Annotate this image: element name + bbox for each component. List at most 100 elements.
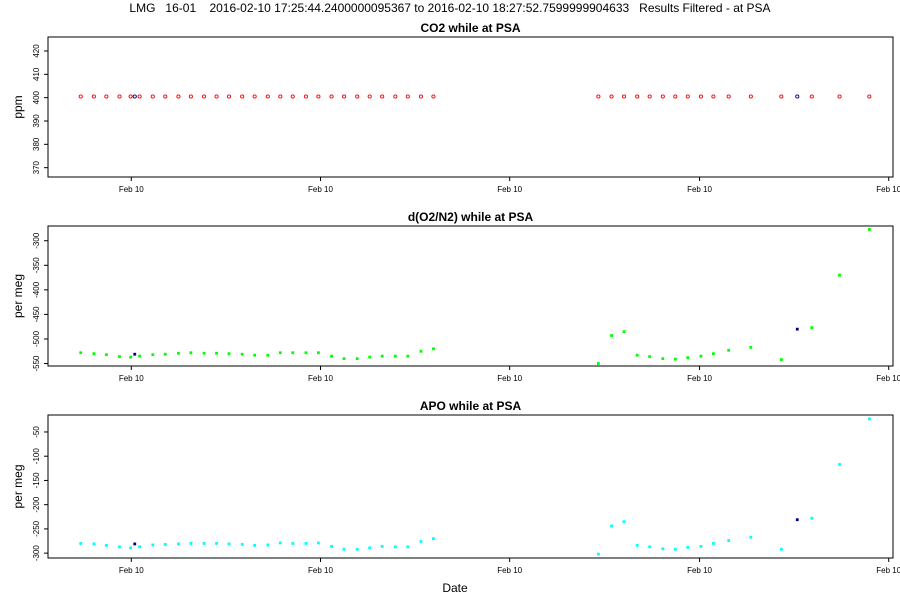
data-point: [380, 94, 385, 99]
panel-title: APO while at PSA: [420, 399, 522, 413]
data-point: [367, 94, 372, 99]
data-point: [79, 542, 83, 545]
data-point: [698, 94, 703, 99]
data-point: [129, 546, 133, 550]
plot-frame: [47, 414, 894, 559]
data-point: [317, 351, 320, 355]
plot-frame: [47, 36, 894, 178]
data-point: [189, 542, 193, 545]
data-point: [202, 542, 206, 545]
data-point: [215, 351, 218, 355]
y-tick-label: 420: [32, 44, 41, 58]
data-point: [133, 352, 137, 356]
data-point: [330, 544, 333, 548]
data-point: [278, 541, 282, 545]
data-point: [406, 545, 410, 549]
data-point: [368, 355, 372, 359]
x-tick-label: Feb 10: [687, 374, 712, 383]
data-point: [779, 94, 784, 99]
data-point: [342, 94, 347, 99]
y-tick-label: 370: [32, 160, 41, 174]
data-point: [712, 542, 715, 545]
panel-2: d(O2/N2) while at PSA per meg -550 -500 -450…: [11, 210, 900, 383]
data-point: [685, 94, 690, 99]
data-point: [609, 94, 614, 99]
y-tick-label: 390: [32, 114, 41, 128]
data-point: [699, 354, 703, 358]
y-tick-label: -250: [32, 520, 41, 537]
data-point: [202, 351, 206, 355]
data-point: [316, 94, 321, 99]
data-point: [163, 352, 167, 356]
data-point: [749, 535, 753, 539]
data-point: [748, 94, 753, 99]
x-tick-label: Feb 10: [687, 185, 712, 194]
y-axis-label: per meg: [11, 274, 25, 318]
data-point: [661, 547, 665, 551]
data-point: [393, 94, 398, 99]
data-point: [596, 362, 600, 365]
data-point: [104, 94, 109, 99]
data-point: [419, 349, 423, 353]
data-point: [129, 355, 133, 359]
data-point: [867, 94, 872, 99]
data-point: [795, 518, 799, 522]
data-point: [711, 94, 716, 99]
data-point: [240, 352, 244, 356]
data-point: [727, 348, 731, 352]
data-point: [118, 545, 121, 549]
y-axis-label: ppm: [11, 95, 25, 118]
data-point: [91, 94, 96, 99]
data-point: [673, 547, 677, 551]
data-point: [635, 94, 640, 99]
panel-1: CO2 while at PSA ppm 370 380 390 400 410 420 Feb…: [11, 21, 900, 194]
data-point: [137, 94, 142, 99]
data-point: [304, 351, 308, 355]
data-point: [355, 357, 359, 361]
data-point: [673, 357, 677, 361]
data-point: [867, 228, 871, 231]
data-point: [253, 543, 257, 547]
data-point: [726, 94, 731, 99]
data-point: [810, 516, 814, 520]
data-point: [810, 326, 814, 330]
data-point: [368, 546, 372, 550]
data-point: [291, 351, 295, 355]
x-tick-label: Feb 10: [876, 185, 900, 194]
y-tick-label: -450: [32, 306, 41, 323]
x-tick-label: Feb 10: [308, 566, 333, 575]
y-tick-label: -300: [32, 232, 41, 249]
data-point: [177, 351, 180, 355]
data-point: [406, 354, 410, 358]
x-tick-label: Feb 10: [119, 185, 144, 194]
data-point: [329, 94, 334, 99]
panel-title: CO2 while at PSA: [420, 21, 520, 35]
x-tick-label: Feb 10: [497, 185, 522, 194]
data-point: [661, 357, 665, 361]
y-tick-label: -300: [32, 545, 41, 562]
x-tick-label: Feb 10: [687, 566, 712, 575]
panel-title: d(O2/N2) while at PSA: [408, 210, 534, 224]
x-tick-label: Feb 10: [497, 374, 522, 383]
data-point: [104, 353, 108, 357]
panel-3: APO while at PSA per meg -300 -250 -200 -150 -…: [11, 399, 900, 575]
data-point: [290, 94, 295, 99]
data-point: [227, 542, 231, 546]
data-point: [648, 355, 652, 359]
y-tick-label: -100: [32, 448, 41, 465]
data-point: [647, 94, 652, 99]
data-point: [660, 94, 665, 99]
data-point: [278, 351, 282, 355]
data-point: [214, 94, 219, 99]
data-point: [163, 94, 168, 99]
data-point: [78, 94, 83, 99]
data-point: [117, 94, 122, 99]
x-axis-title: Date: [442, 581, 468, 595]
y-tick-label: 410: [32, 67, 41, 81]
data-point: [303, 94, 308, 99]
data-point: [188, 94, 193, 99]
data-point: [240, 543, 244, 546]
data-point: [176, 94, 181, 99]
x-tick-label: Feb 10: [876, 566, 900, 575]
data-point: [418, 94, 424, 99]
